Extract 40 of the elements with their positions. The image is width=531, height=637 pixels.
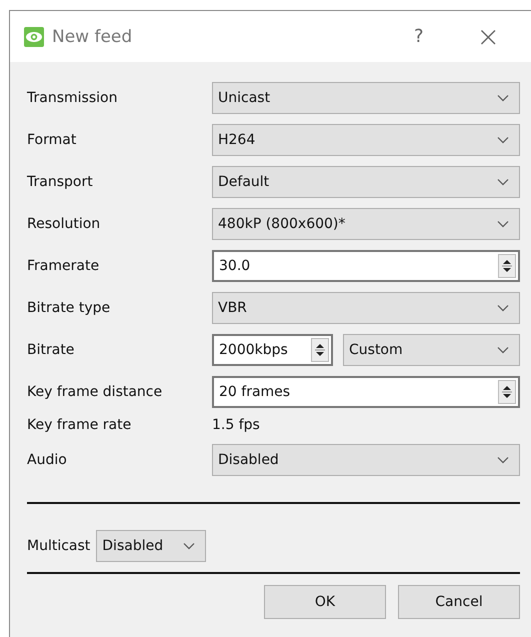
field-label: Audio <box>27 452 68 468</box>
field-label: Transport <box>27 174 94 190</box>
dropdown[interactable]: Default <box>212 166 520 198</box>
chevron-down-icon <box>497 220 509 228</box>
spin-arrows-icon[interactable] <box>498 254 516 278</box>
field-label: Bitrate type <box>27 300 112 316</box>
spin-arrows-icon[interactable] <box>311 338 329 362</box>
chevron-down-icon <box>497 178 509 186</box>
dropdown[interactable]: 480kP (800x600)* <box>212 208 520 240</box>
dropdown[interactable]: Disabled <box>212 444 520 476</box>
field-label: Resolution <box>27 216 102 232</box>
dropdown[interactable]: VBR <box>212 292 520 324</box>
dialog-button[interactable]: OK <box>264 585 386 619</box>
chevron-down-icon <box>497 136 509 144</box>
field-label: Multicast <box>27 538 90 554</box>
chevron-down-icon <box>183 542 196 550</box>
close-button[interactable]: × <box>476 22 500 50</box>
field-label: Bitrate <box>27 342 76 358</box>
eye-icon <box>24 26 44 46</box>
dropdown[interactable]: H264 <box>212 124 520 156</box>
chevron-down-icon <box>497 346 509 354</box>
field-label: Transmission <box>27 90 118 106</box>
field-label: Key frame rate <box>27 417 132 433</box>
dropdown[interactable]: Custom <box>343 334 520 366</box>
chevron-down-icon <box>497 304 509 312</box>
field-value: 1.5 fps <box>212 417 260 433</box>
chevron-down-icon <box>497 456 509 464</box>
dropdown[interactable]: Unicast <box>212 82 520 114</box>
field-label: Format <box>27 132 78 148</box>
field-label: Key frame distance <box>27 384 164 400</box>
spin-box[interactable]: 20 frames <box>212 376 520 408</box>
spin-box[interactable]: 30.0 <box>212 250 520 282</box>
chevron-down-icon <box>497 94 509 102</box>
help-button[interactable]: ? <box>414 26 424 47</box>
dropdown[interactable]: Disabled <box>96 530 206 562</box>
dialog-button[interactable]: Cancel <box>398 585 520 619</box>
field-label: Framerate <box>27 258 100 274</box>
spin-arrows-icon[interactable] <box>498 380 516 404</box>
window-title: New feed <box>52 26 134 46</box>
spin-box[interactable]: 2000kbps <box>212 334 333 366</box>
